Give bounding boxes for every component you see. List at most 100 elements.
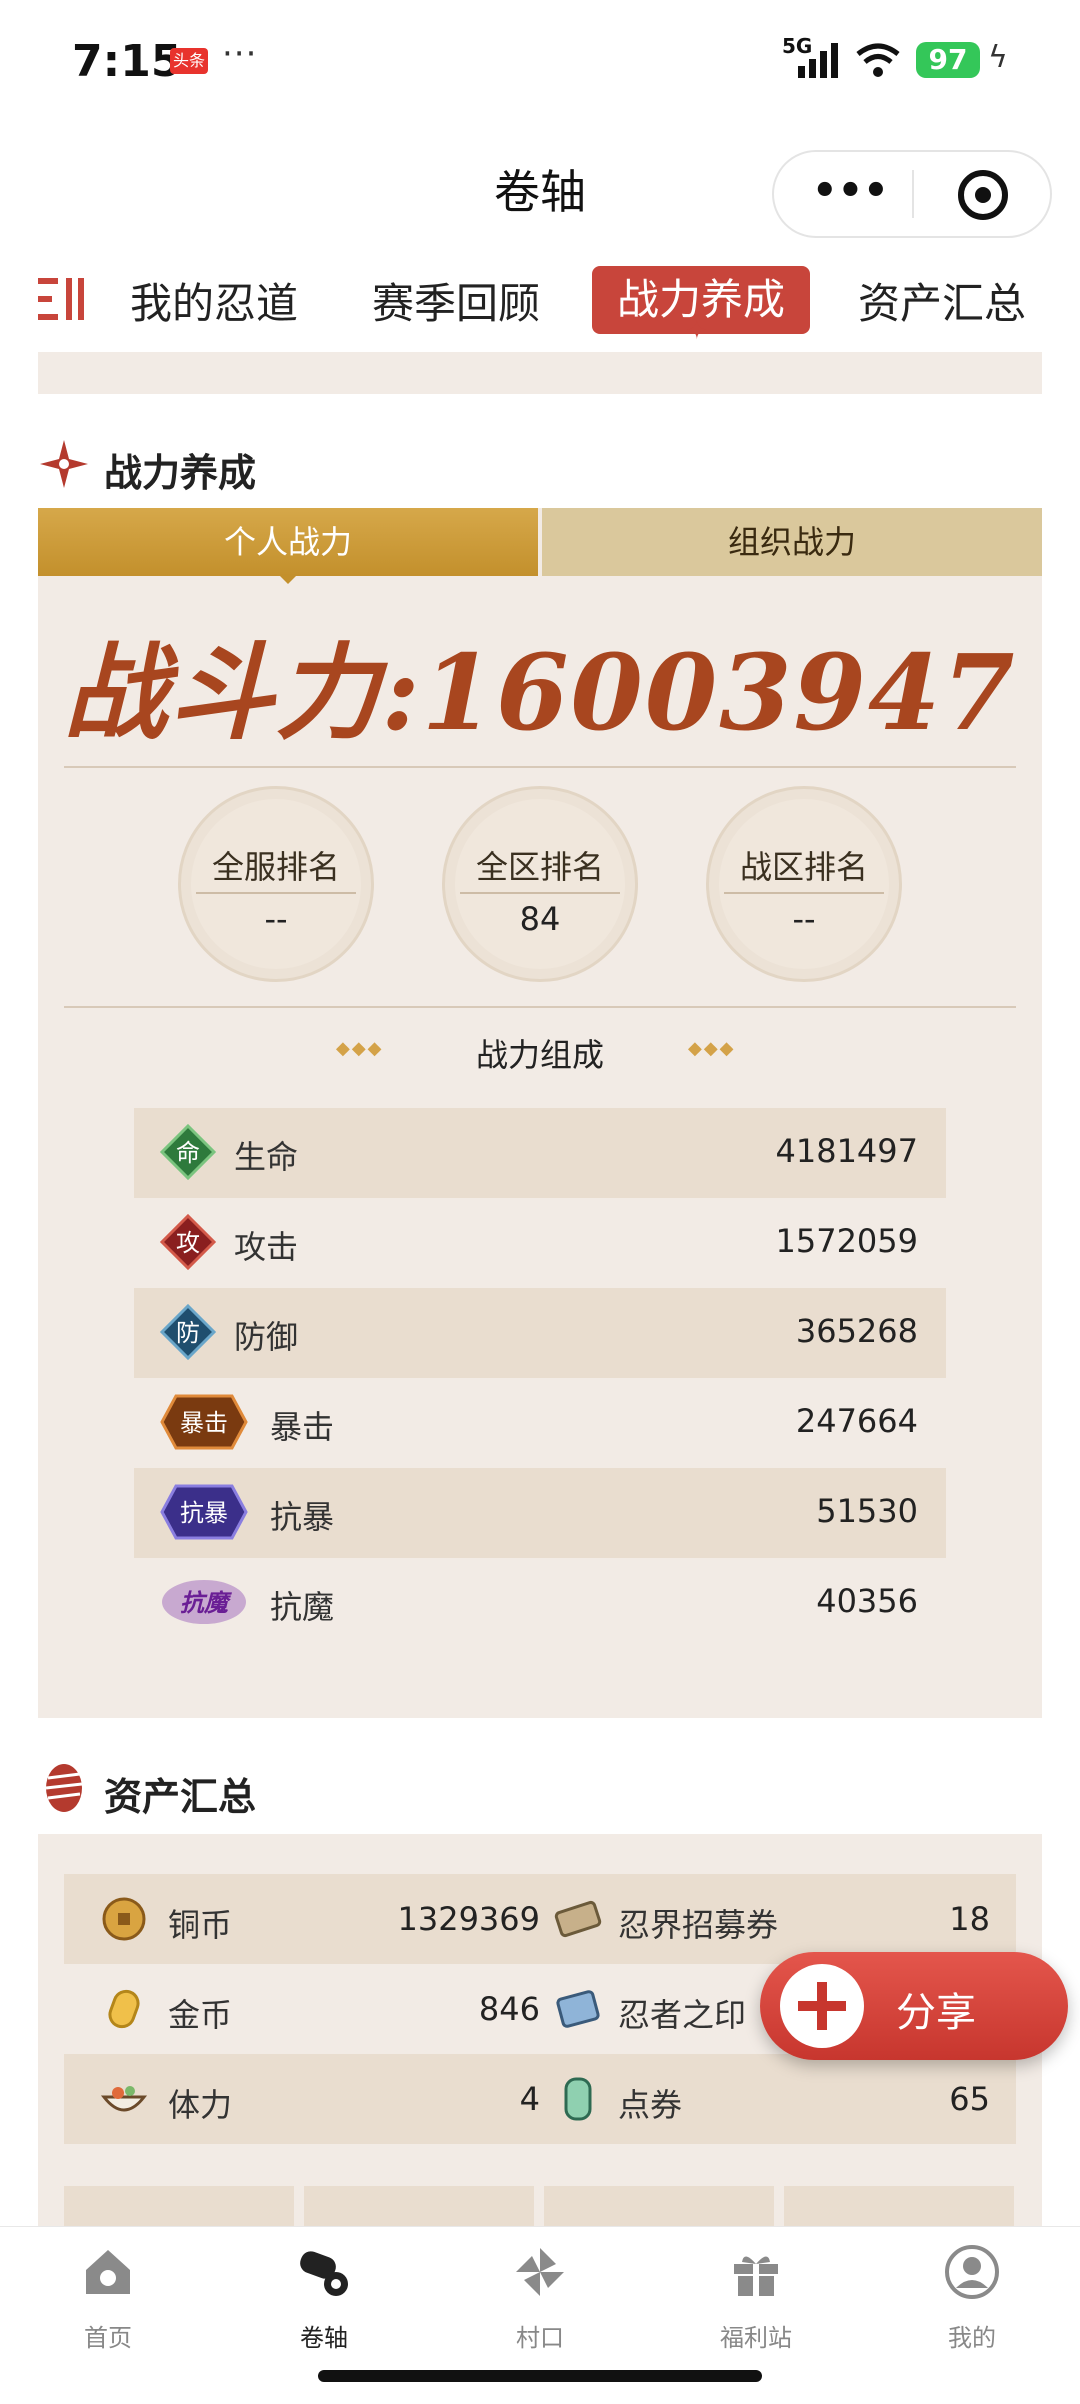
- home-icon: [86, 2250, 130, 2294]
- tab-season-review[interactable]: 赛季回顾: [372, 270, 540, 331]
- asset-row: 铜币 1329369 忍界招募券 18: [64, 1874, 1016, 1964]
- tab-asset-summary[interactable]: 资产汇总: [858, 270, 1026, 331]
- svg-text:暴击: 暴击: [180, 1409, 228, 1437]
- asset-label: 金币: [168, 1996, 233, 2034]
- status-more-dots: ···: [222, 34, 258, 74]
- nav-village[interactable]: 村口: [480, 2244, 600, 2353]
- divider: [64, 766, 1016, 768]
- stat-label: 防御: [234, 1318, 299, 1356]
- stat-row-defense: 防 防御 365268: [134, 1288, 946, 1378]
- asset-label: 忍界招募券: [618, 1906, 779, 1944]
- segment-personal-power[interactable]: 个人战力: [38, 508, 538, 576]
- shuriken-icon: ✦: [686, 316, 708, 346]
- asset-section-title: 资产汇总: [104, 1775, 257, 1819]
- asset-value: 1329369: [397, 1900, 540, 1938]
- scroll-icon: [300, 2251, 348, 2296]
- stat-label: 生命: [234, 1138, 299, 1176]
- ninja-seal-icon: [556, 1990, 600, 2028]
- stat-value: 4181497: [775, 1132, 918, 1170]
- nav-label: 卷轴: [300, 2324, 348, 2352]
- crit-icon: 暴击: [160, 1394, 248, 1450]
- nav-label: 我的: [948, 2324, 996, 2352]
- defense-icon: 防: [160, 1304, 216, 1360]
- nav-home[interactable]: 首页: [48, 2244, 168, 2353]
- home-indicator: [318, 2370, 762, 2382]
- stamina-ramen-icon: [100, 2086, 148, 2112]
- pinwheel-icon: [516, 2248, 564, 2296]
- stat-label: 暴击: [270, 1408, 335, 1446]
- rank-divider: [196, 892, 356, 894]
- charging-icon: ϟ: [988, 40, 1008, 75]
- recruit-ticket-icon: [554, 1900, 602, 1938]
- panel-strip: [38, 352, 1042, 394]
- stat-row-crit: 暴击 暴击 247664: [134, 1378, 946, 1468]
- rank-label-warzone: 战区排名: [739, 848, 868, 886]
- power-value: 战斗力:16003947: [63, 631, 1017, 754]
- rank-divider: [460, 892, 620, 894]
- attack-icon: 攻: [160, 1214, 216, 1270]
- rank-divider: [724, 892, 884, 894]
- nav-scroll[interactable]: 卷轴: [264, 2244, 384, 2353]
- asset-label: 体力: [168, 2086, 233, 2124]
- nav-label: 福利站: [720, 2324, 792, 2352]
- gift-icon: [734, 2256, 778, 2296]
- close-target-icon[interactable]: [958, 170, 1008, 220]
- nav-mine[interactable]: 我的: [912, 2244, 1032, 2353]
- gold-coin-icon: [108, 1989, 140, 2029]
- svg-text:攻: 攻: [176, 1229, 200, 1257]
- battery-indicator: 97: [916, 42, 980, 78]
- stat-value: 1572059: [775, 1222, 918, 1260]
- profile-icon: [945, 2245, 999, 2299]
- diamond-ornament-right: ◆◆◆: [688, 1038, 736, 1059]
- status-time: 7:15: [72, 36, 182, 87]
- divider: [64, 1006, 1016, 1008]
- plus-icon: [780, 1964, 864, 2048]
- scroll-section-icon: [45, 1764, 83, 1812]
- stat-row-attack: 攻 攻击 1572059: [134, 1198, 946, 1288]
- copper-coin-icon: [102, 1897, 146, 1941]
- svg-text:抗魔: 抗魔: [180, 1588, 232, 1617]
- stat-value: 51530: [816, 1492, 918, 1530]
- stat-value: 365268: [795, 1312, 918, 1350]
- rank-label-server: 全服排名: [211, 848, 340, 886]
- stat-row-hp: 命 生命 4181497: [134, 1108, 946, 1198]
- asset-value: 4: [519, 2080, 540, 2118]
- asset-label: 忍者之印: [618, 1996, 747, 2034]
- asset-value: 846: [478, 1990, 540, 2028]
- asset-label: 点券: [618, 2086, 683, 2124]
- nav-label: 首页: [84, 2324, 132, 2352]
- life-icon: 命: [160, 1124, 216, 1180]
- more-options-icon[interactable]: •••: [812, 168, 889, 214]
- asset-row: 体力 4 点券 65: [64, 2054, 1016, 2144]
- composition-title: 战力组成: [475, 1036, 604, 1074]
- stat-row-crit-resist: 抗暴 抗暴 51530: [134, 1468, 946, 1558]
- rank-value-region: 84: [519, 900, 561, 938]
- stat-label: 抗暴: [270, 1498, 335, 1536]
- svg-text:命: 命: [176, 1139, 200, 1167]
- share-label: 分享: [896, 1990, 976, 2036]
- shuriken-section-icon: [40, 440, 88, 488]
- asset-value: 65: [949, 2080, 990, 2118]
- nav-label: 村口: [516, 2324, 564, 2352]
- tab-my-ninja-way[interactable]: 我的忍道: [130, 270, 298, 331]
- rank-value-warzone: --: [792, 900, 816, 938]
- nav-welfare[interactable]: 福利站: [696, 2244, 816, 2353]
- voucher-icon: [564, 2077, 592, 2121]
- signal-icon: [798, 43, 838, 78]
- rank-label-region: 全区排名: [475, 848, 604, 886]
- toutiao-badge: 头条: [170, 48, 208, 74]
- svg-text:防: 防: [176, 1319, 200, 1347]
- magic-resist-icon: 抗魔: [162, 1580, 246, 1624]
- stat-value: 40356: [816, 1582, 918, 1620]
- asset-value: 18: [949, 1900, 990, 1938]
- stat-row-magic-resist: 抗魔 抗魔 40356: [134, 1558, 946, 1648]
- segment-org-power[interactable]: 组织战力: [542, 508, 1042, 576]
- tab-menu-icon[interactable]: [36, 274, 90, 324]
- svg-text:抗暴: 抗暴: [180, 1499, 228, 1527]
- rank-value-server: --: [264, 900, 288, 938]
- crit-resist-icon: 抗暴: [160, 1484, 248, 1540]
- stat-value: 247664: [795, 1402, 918, 1440]
- stat-label: 攻击: [234, 1228, 299, 1266]
- wifi-icon: [856, 43, 900, 77]
- power-section-title: 战力养成: [104, 451, 257, 495]
